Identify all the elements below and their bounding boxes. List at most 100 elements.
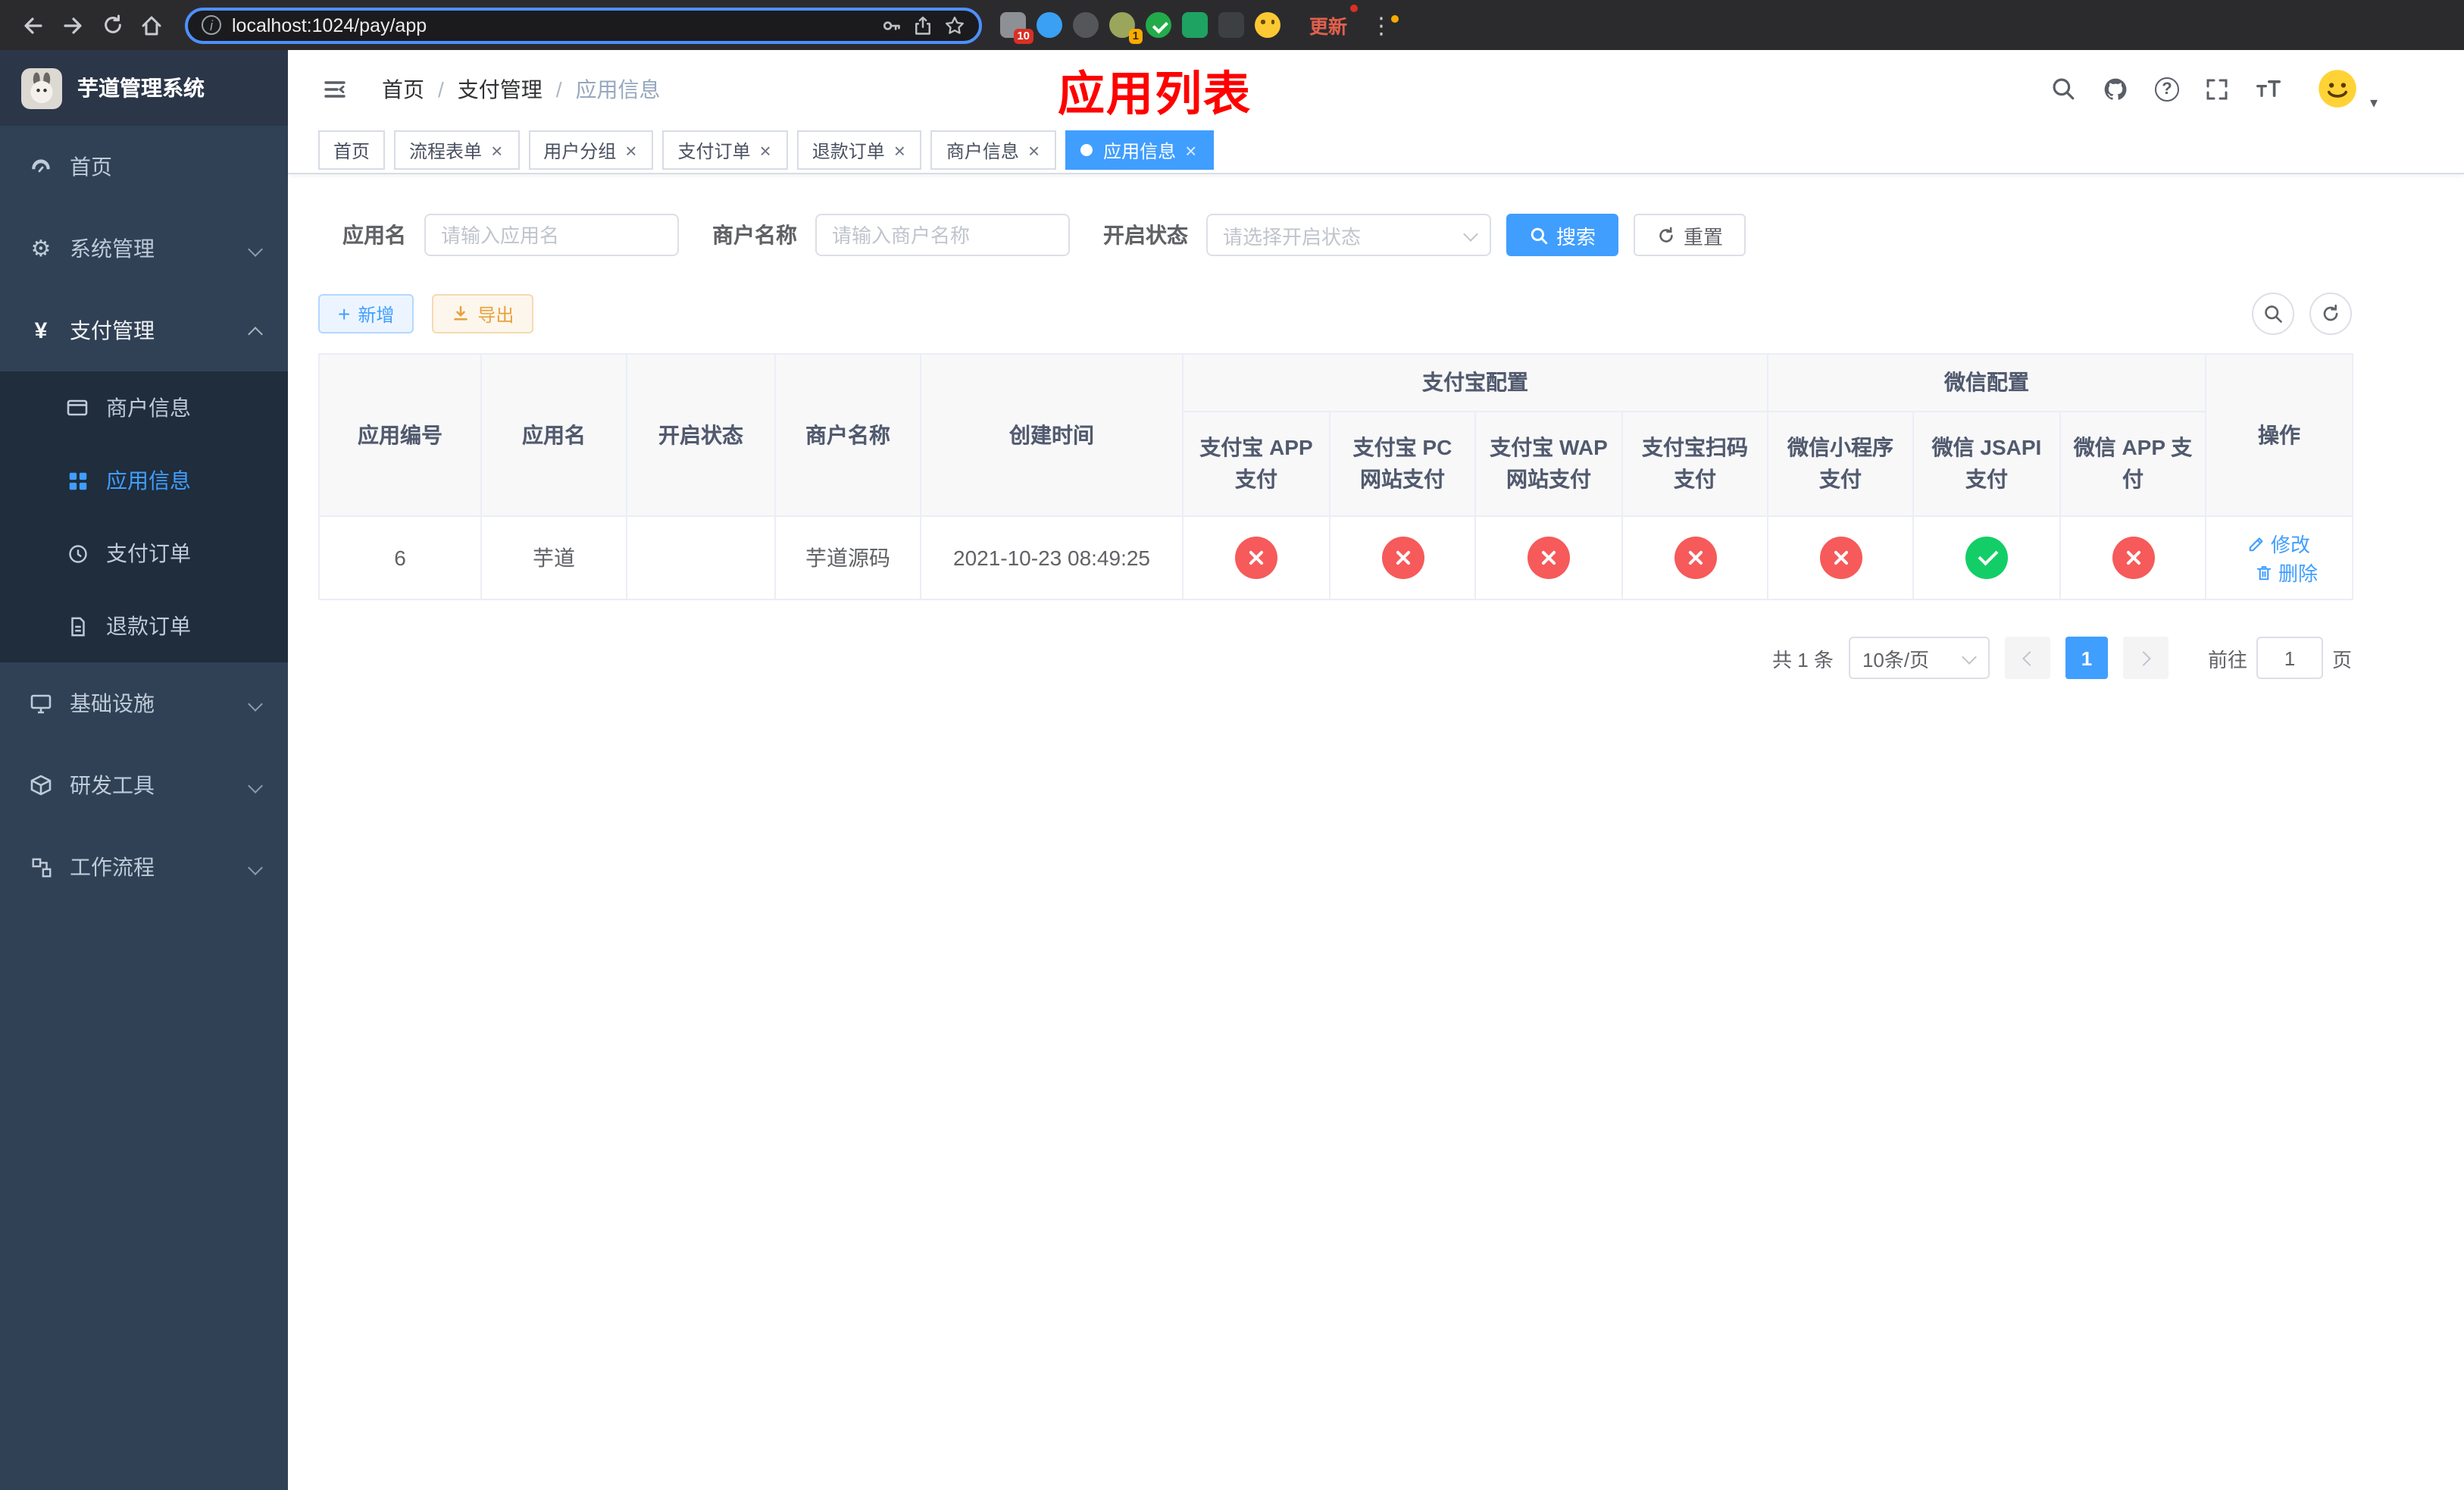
edit-link[interactable]: 修改 — [2248, 529, 2310, 558]
payment-submenu: 商户信息 应用信息 支付订单 退款订单 — [0, 371, 288, 662]
cell-actions: 修改 删除 — [2205, 515, 2353, 600]
close-icon[interactable]: × — [893, 140, 907, 160]
breadcrumb-payment[interactable]: 支付管理 — [458, 74, 543, 104]
browser-chrome: i localhost:1024/pay/app 10 1 更新 ⋮ — [0, 0, 2464, 50]
docs-extension-icon[interactable] — [1182, 12, 1208, 38]
sidebar-item-home[interactable]: 首页 — [0, 126, 288, 208]
address-bar[interactable]: i localhost:1024/pay/app — [185, 7, 982, 43]
breadcrumb-home[interactable]: 首页 — [382, 74, 424, 104]
sidebar-item-label: 支付订单 — [106, 541, 191, 565]
col-header-alipay-wap: 支付宝 WAP 网站支付 — [1474, 411, 1623, 517]
tab-process-form[interactable]: 流程表单 × — [394, 130, 520, 170]
col-header-merchant: 商户名称 — [774, 353, 921, 517]
app-title: 芋道管理系统 — [77, 76, 205, 100]
app-logo[interactable]: 芋道管理系统 — [0, 50, 288, 126]
close-icon[interactable]: × — [489, 140, 504, 160]
emoji-extension-icon[interactable] — [1255, 12, 1280, 38]
user-avatar[interactable]: ▾ — [2317, 68, 2378, 112]
status-cross-icon — [1819, 537, 1862, 579]
close-icon[interactable]: × — [1184, 140, 1198, 160]
close-icon[interactable]: × — [1027, 140, 1041, 160]
add-button[interactable]: + 新增 — [318, 294, 414, 333]
dark-extension-icon[interactable] — [1073, 12, 1099, 38]
next-page-button[interactable] — [2122, 637, 2169, 679]
search-button[interactable]: 搜索 — [1506, 214, 1619, 256]
wechat-extension-icon[interactable] — [1146, 12, 1171, 38]
col-header-wechat-jsapi: 微信 JSAPI 支付 — [1912, 411, 2061, 517]
page-size-select[interactable]: 10条/页 — [1848, 637, 1990, 679]
tab-refund-orders[interactable]: 退款订单 × — [796, 130, 922, 170]
cell-wechat-app — [2059, 515, 2206, 600]
close-icon[interactable]: × — [758, 140, 773, 160]
status-cross-icon — [1381, 537, 1424, 579]
merchant-name-input[interactable] — [815, 214, 1070, 256]
help-icon[interactable]: ? — [2155, 77, 2179, 101]
drop-extension-icon[interactable] — [1037, 12, 1062, 38]
browser-menu-icon[interactable]: ⋮ — [1361, 11, 1402, 39]
tab-user-group[interactable]: 用户分组 × — [528, 130, 654, 170]
delete-link[interactable]: 删除 — [2256, 558, 2318, 587]
table-tools — [2252, 293, 2352, 335]
browser-reload-button[interactable] — [94, 7, 130, 43]
share-icon[interactable] — [912, 14, 933, 36]
export-button[interactable]: 导出 — [432, 294, 534, 333]
toggle-search-icon[interactable] — [2252, 293, 2294, 335]
filter-form: 应用名 商户名称 开启状态 请选择开启状态 搜索 重置 — [288, 174, 2464, 256]
password-key-icon[interactable] — [880, 14, 902, 36]
extensions-puzzle-icon[interactable]: 10 — [1000, 12, 1033, 44]
collapse-sidebar-icon[interactable] — [315, 69, 355, 108]
browser-forward-button[interactable] — [55, 7, 91, 43]
toggle-knob — [734, 561, 758, 585]
profile-extension-icon[interactable]: 1 — [1109, 12, 1143, 44]
sidebar-item-app-info[interactable]: 应用信息 — [0, 444, 288, 517]
refresh-icon[interactable] — [2309, 293, 2352, 335]
browser-home-button[interactable] — [133, 7, 170, 43]
sidebar-item-infrastructure[interactable]: 基础设施 — [0, 662, 288, 744]
col-header-name: 应用名 — [480, 353, 627, 517]
sidebar-item-merchant-info[interactable]: 商户信息 — [0, 371, 288, 444]
sidebar-item-refund-orders[interactable]: 退款订单 — [0, 590, 288, 662]
goto-page-input[interactable] — [2256, 637, 2323, 679]
cell-merchant-name: 芋道源码 — [774, 515, 921, 600]
tabbar: 首页 流程表单 × 用户分组 × 支付订单 × 退款订单 × 商户信息 × 应用信息 × — [288, 127, 2464, 174]
sidebar-item-payment[interactable]: ¥ 支付管理 — [0, 290, 288, 371]
github-icon[interactable] — [2102, 75, 2129, 102]
app-table: 应用编号 应用名 开启状态 商户名称 创建时间 支付宝配置 微信配置 操作 支付… — [318, 353, 2464, 600]
sidebar-item-payment-orders[interactable]: 支付订单 — [0, 517, 288, 590]
tab-merchant-info[interactable]: 商户信息 × — [930, 130, 1057, 170]
chevron-up-icon — [248, 326, 263, 341]
app-name-input[interactable] — [424, 214, 679, 256]
col-header-actions: 操作 — [2205, 353, 2353, 517]
search-icon[interactable] — [2050, 76, 2076, 102]
sidebar-item-system[interactable]: ⚙ 系统管理 — [0, 208, 288, 290]
tab-payment-orders[interactable]: 支付订单 × — [662, 130, 788, 170]
cell-alipay-qr — [1621, 515, 1768, 600]
edit-link-label: 修改 — [2270, 534, 2310, 556]
delete-link-label: 删除 — [2278, 562, 2318, 585]
credit-card-icon — [64, 396, 91, 420]
pin-extension-icon[interactable] — [1218, 12, 1244, 38]
col-header-alipay-app: 支付宝 APP 支付 — [1182, 411, 1330, 517]
page-number-1[interactable]: 1 — [2065, 637, 2108, 679]
sidebar-item-workflow[interactable]: 工作流程 — [0, 826, 288, 908]
browser-update-button[interactable]: 更新 — [1302, 5, 1359, 44]
prev-page-button[interactable] — [2004, 637, 2050, 679]
sidebar-item-dev-tools[interactable]: 研发工具 — [0, 744, 288, 826]
reset-button[interactable]: 重置 — [1634, 214, 1746, 256]
extension-badge: 10 — [1013, 28, 1033, 44]
tab-app-info[interactable]: 应用信息 × — [1065, 130, 1214, 170]
url-text[interactable]: localhost:1024/pay/app — [232, 14, 870, 36]
bookmark-star-icon[interactable] — [944, 14, 965, 36]
cell-alipay-app — [1182, 515, 1330, 600]
browser-back-button[interactable] — [15, 7, 52, 43]
tab-label: 流程表单 — [409, 140, 483, 161]
page-unit-label: 页 — [2331, 648, 2352, 671]
status-select[interactable]: 请选择开启状态 — [1206, 214, 1491, 256]
tab-home[interactable]: 首页 — [318, 130, 386, 170]
status-cross-icon — [1674, 537, 1716, 579]
site-info-icon[interactable]: i — [202, 15, 221, 35]
font-size-icon[interactable] — [2255, 77, 2282, 101]
toolbox-icon — [27, 773, 55, 797]
fullscreen-icon[interactable] — [2205, 77, 2229, 101]
close-icon[interactable]: × — [624, 140, 638, 160]
